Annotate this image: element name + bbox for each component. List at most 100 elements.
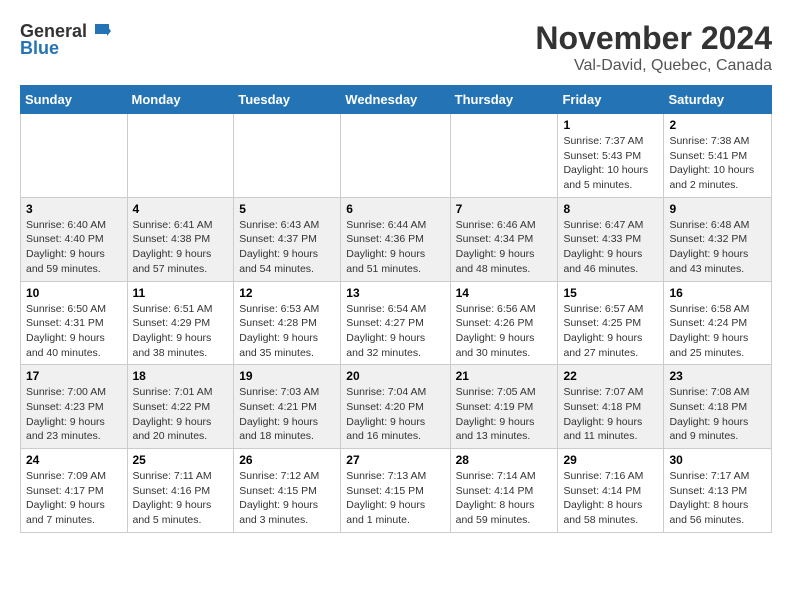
day-number: 5 <box>239 202 335 216</box>
day-cell: 21 Sunrise: 7:05 AM Sunset: 4:19 PM Dayli… <box>450 365 558 449</box>
day-info: Sunrise: 6:40 AM Sunset: 4:40 PM Dayligh… <box>26 218 122 277</box>
day-cell: 10Sunrise: 6:50 AM Sunset: 4:31 PM Dayli… <box>21 281 128 365</box>
day-number: 13 <box>346 286 444 300</box>
weekday-header-saturday: Saturday <box>664 86 772 114</box>
week-row-4: 17Sunrise: 7:00 AM Sunset: 4:23 PM Dayli… <box>21 365 772 449</box>
day-cell: 28 Sunrise: 7:14 AM Sunset: 4:14 PM Dayli… <box>450 449 558 533</box>
day-info: Sunrise: 7:05 AM Sunset: 4:19 PM Dayligh… <box>456 385 553 444</box>
day-number: 29 <box>563 453 658 467</box>
day-info: Sunrise: 6:43 AM Sunset: 4:37 PM Dayligh… <box>239 218 335 277</box>
day-info: Sunrise: 6:41 AM Sunset: 4:38 PM Dayligh… <box>133 218 229 277</box>
day-info: Sunrise: 6:44 AM Sunset: 4:36 PM Dayligh… <box>346 218 444 277</box>
day-number: 1 <box>563 118 658 132</box>
day-info: Sunrise: 6:57 AM Sunset: 4:25 PM Dayligh… <box>563 302 658 361</box>
day-cell: 18Sunrise: 7:01 AM Sunset: 4:22 PM Dayli… <box>127 365 234 449</box>
day-number: 3 <box>26 202 122 216</box>
day-number: 17 <box>26 369 122 383</box>
day-number: 18 <box>133 369 229 383</box>
day-info: Sunrise: 7:11 AM Sunset: 4:16 PM Dayligh… <box>133 469 229 528</box>
location-title: Val-David, Quebec, Canada <box>535 57 772 75</box>
day-info: Sunrise: 7:12 AM Sunset: 4:15 PM Dayligh… <box>239 469 335 528</box>
day-info: Sunrise: 7:03 AM Sunset: 4:21 PM Dayligh… <box>239 385 335 444</box>
day-info: Sunrise: 7:14 AM Sunset: 4:14 PM Dayligh… <box>456 469 553 528</box>
day-cell: 22 Sunrise: 7:07 AM Sunset: 4:18 PM Dayli… <box>558 365 664 449</box>
day-number: 20 <box>346 369 444 383</box>
day-number: 25 <box>133 453 229 467</box>
day-cell <box>450 114 558 198</box>
day-number: 26 <box>239 453 335 467</box>
weekday-header-row: SundayMondayTuesdayWednesdayThursdayFrid… <box>21 86 772 114</box>
day-cell: 20 Sunrise: 7:04 AM Sunset: 4:20 PM Dayli… <box>341 365 450 449</box>
day-info: Sunrise: 6:54 AM Sunset: 4:27 PM Dayligh… <box>346 302 444 361</box>
day-number: 15 <box>563 286 658 300</box>
week-row-1: 1 Sunrise: 7:37 AM Sunset: 5:43 PM Daylig… <box>21 114 772 198</box>
day-number: 30 <box>669 453 766 467</box>
day-cell: 7 Sunrise: 6:46 AM Sunset: 4:34 PM Daylig… <box>450 197 558 281</box>
weekday-header-monday: Monday <box>127 86 234 114</box>
day-number: 6 <box>346 202 444 216</box>
day-cell: 4 Sunrise: 6:41 AM Sunset: 4:38 PM Daylig… <box>127 197 234 281</box>
day-cell: 2Sunrise: 7:38 AM Sunset: 5:41 PM Daylig… <box>664 114 772 198</box>
day-info: Sunrise: 7:08 AM Sunset: 4:18 PM Dayligh… <box>669 385 766 444</box>
day-info: Sunrise: 6:47 AM Sunset: 4:33 PM Dayligh… <box>563 218 658 277</box>
day-info: Sunrise: 7:13 AM Sunset: 4:15 PM Dayligh… <box>346 469 444 528</box>
day-cell: 26 Sunrise: 7:12 AM Sunset: 4:15 PM Dayli… <box>234 449 341 533</box>
day-cell: 27 Sunrise: 7:13 AM Sunset: 4:15 PM Dayli… <box>341 449 450 533</box>
day-info: Sunrise: 7:09 AM Sunset: 4:17 PM Dayligh… <box>26 469 122 528</box>
week-row-5: 24 Sunrise: 7:09 AM Sunset: 4:17 PM Dayli… <box>21 449 772 533</box>
day-cell <box>234 114 341 198</box>
day-cell: 25 Sunrise: 7:11 AM Sunset: 4:16 PM Dayli… <box>127 449 234 533</box>
day-cell <box>21 114 128 198</box>
day-info: Sunrise: 7:17 AM Sunset: 4:13 PM Dayligh… <box>669 469 766 528</box>
day-number: 23 <box>669 369 766 383</box>
day-number: 7 <box>456 202 553 216</box>
calendar-table: SundayMondayTuesdayWednesdayThursdayFrid… <box>20 85 772 533</box>
day-cell: 24 Sunrise: 7:09 AM Sunset: 4:17 PM Dayli… <box>21 449 128 533</box>
day-number: 10 <box>26 286 122 300</box>
day-number: 27 <box>346 453 444 467</box>
day-number: 11 <box>133 286 229 300</box>
day-info: Sunrise: 7:04 AM Sunset: 4:20 PM Dayligh… <box>346 385 444 444</box>
day-cell: 30 Sunrise: 7:17 AM Sunset: 4:13 PM Dayli… <box>664 449 772 533</box>
day-number: 4 <box>133 202 229 216</box>
day-info: Sunrise: 7:38 AM Sunset: 5:41 PM Dayligh… <box>669 134 766 193</box>
day-cell: 11 Sunrise: 6:51 AM Sunset: 4:29 PM Dayli… <box>127 281 234 365</box>
day-cell <box>127 114 234 198</box>
day-info: Sunrise: 7:07 AM Sunset: 4:18 PM Dayligh… <box>563 385 658 444</box>
weekday-header-tuesday: Tuesday <box>234 86 341 114</box>
weekday-header-friday: Friday <box>558 86 664 114</box>
day-info: Sunrise: 6:56 AM Sunset: 4:26 PM Dayligh… <box>456 302 553 361</box>
day-info: Sunrise: 7:37 AM Sunset: 5:43 PM Dayligh… <box>563 134 658 193</box>
day-number: 12 <box>239 286 335 300</box>
day-info: Sunrise: 6:51 AM Sunset: 4:29 PM Dayligh… <box>133 302 229 361</box>
day-cell: 19 Sunrise: 7:03 AM Sunset: 4:21 PM Dayli… <box>234 365 341 449</box>
week-row-3: 10Sunrise: 6:50 AM Sunset: 4:31 PM Dayli… <box>21 281 772 365</box>
weekday-header-thursday: Thursday <box>450 86 558 114</box>
day-number: 22 <box>563 369 658 383</box>
logo: General Blue <box>20 20 111 59</box>
day-cell: 1 Sunrise: 7:37 AM Sunset: 5:43 PM Daylig… <box>558 114 664 198</box>
day-cell: 12 Sunrise: 6:53 AM Sunset: 4:28 PM Dayli… <box>234 281 341 365</box>
day-number: 8 <box>563 202 658 216</box>
day-cell: 29 Sunrise: 7:16 AM Sunset: 4:14 PM Dayli… <box>558 449 664 533</box>
day-cell: 5 Sunrise: 6:43 AM Sunset: 4:37 PM Daylig… <box>234 197 341 281</box>
day-info: Sunrise: 7:16 AM Sunset: 4:14 PM Dayligh… <box>563 469 658 528</box>
day-cell <box>341 114 450 198</box>
day-cell: 13 Sunrise: 6:54 AM Sunset: 4:27 PM Dayli… <box>341 281 450 365</box>
day-info: Sunrise: 6:53 AM Sunset: 4:28 PM Dayligh… <box>239 302 335 361</box>
day-number: 24 <box>26 453 122 467</box>
day-cell: 8 Sunrise: 6:47 AM Sunset: 4:33 PM Daylig… <box>558 197 664 281</box>
week-row-2: 3 Sunrise: 6:40 AM Sunset: 4:40 PM Daylig… <box>21 197 772 281</box>
logo-icon <box>89 20 111 42</box>
day-info: Sunrise: 6:46 AM Sunset: 4:34 PM Dayligh… <box>456 218 553 277</box>
day-number: 28 <box>456 453 553 467</box>
day-number: 19 <box>239 369 335 383</box>
day-cell: 3 Sunrise: 6:40 AM Sunset: 4:40 PM Daylig… <box>21 197 128 281</box>
day-cell: 9Sunrise: 6:48 AM Sunset: 4:32 PM Daylig… <box>664 197 772 281</box>
header: General Blue November 2024 Val-David, Qu… <box>20 20 772 75</box>
day-cell: 23 Sunrise: 7:08 AM Sunset: 4:18 PM Dayli… <box>664 365 772 449</box>
day-number: 16 <box>669 286 766 300</box>
day-cell: 6 Sunrise: 6:44 AM Sunset: 4:36 PM Daylig… <box>341 197 450 281</box>
day-cell: 15 Sunrise: 6:57 AM Sunset: 4:25 PM Dayli… <box>558 281 664 365</box>
day-number: 21 <box>456 369 553 383</box>
